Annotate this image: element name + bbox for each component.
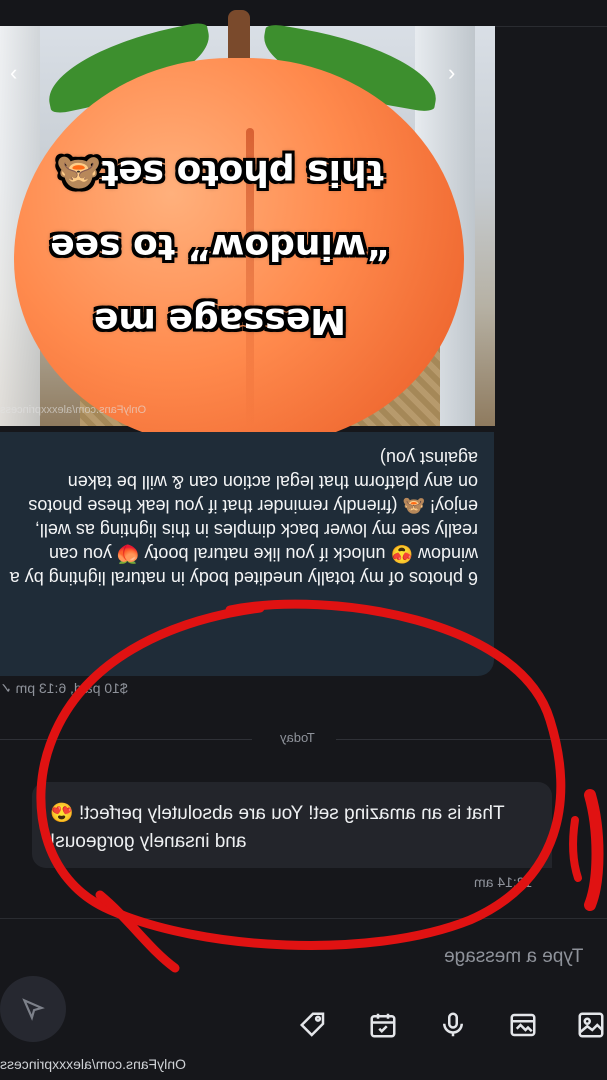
vault-button[interactable] (506, 1008, 540, 1042)
chevron-left-icon[interactable]: ‹ (10, 60, 17, 86)
overlay-text: this photo set🙈 “window” to see Message … (20, 135, 420, 357)
post-meta: $10 paid, 6:13 pm ✓ (0, 680, 128, 696)
media-button[interactable] (574, 1008, 607, 1042)
tag-button[interactable] (296, 1008, 330, 1042)
footer-watermark: OnlyFans.com/alexxxprincess (0, 1056, 186, 1072)
divider-left (0, 739, 252, 740)
vault-icon (510, 1013, 536, 1037)
send-icon (22, 998, 45, 1021)
outgoing-message-text: That is an amazing set! You are absolute… (50, 803, 505, 852)
schedule-button[interactable] (366, 1008, 400, 1042)
top-bar (0, 0, 607, 27)
send-button[interactable] (0, 976, 66, 1042)
divider-right (336, 739, 607, 740)
microphone-icon (443, 1012, 463, 1037)
chevron-right-icon[interactable]: › (448, 60, 455, 86)
message-input[interactable]: Type a message (444, 946, 583, 968)
tag-icon (299, 1012, 325, 1037)
overlay-line-1: Message me (93, 300, 347, 341)
image-icon (578, 1012, 604, 1038)
calendar-icon (370, 1013, 396, 1038)
message-time: 12:14 am (474, 874, 533, 890)
voice-button[interactable] (436, 1008, 470, 1042)
date-divider-label: Today (279, 730, 315, 745)
overlay-line-3: this photo set🙈 (56, 152, 384, 193)
post-caption: 6 photos of my totally unedited body in … (9, 448, 478, 588)
overlay-line-2: “window” to see (50, 226, 390, 267)
image-watermark: OnlyFans.com/alexxxprincess (0, 404, 147, 416)
